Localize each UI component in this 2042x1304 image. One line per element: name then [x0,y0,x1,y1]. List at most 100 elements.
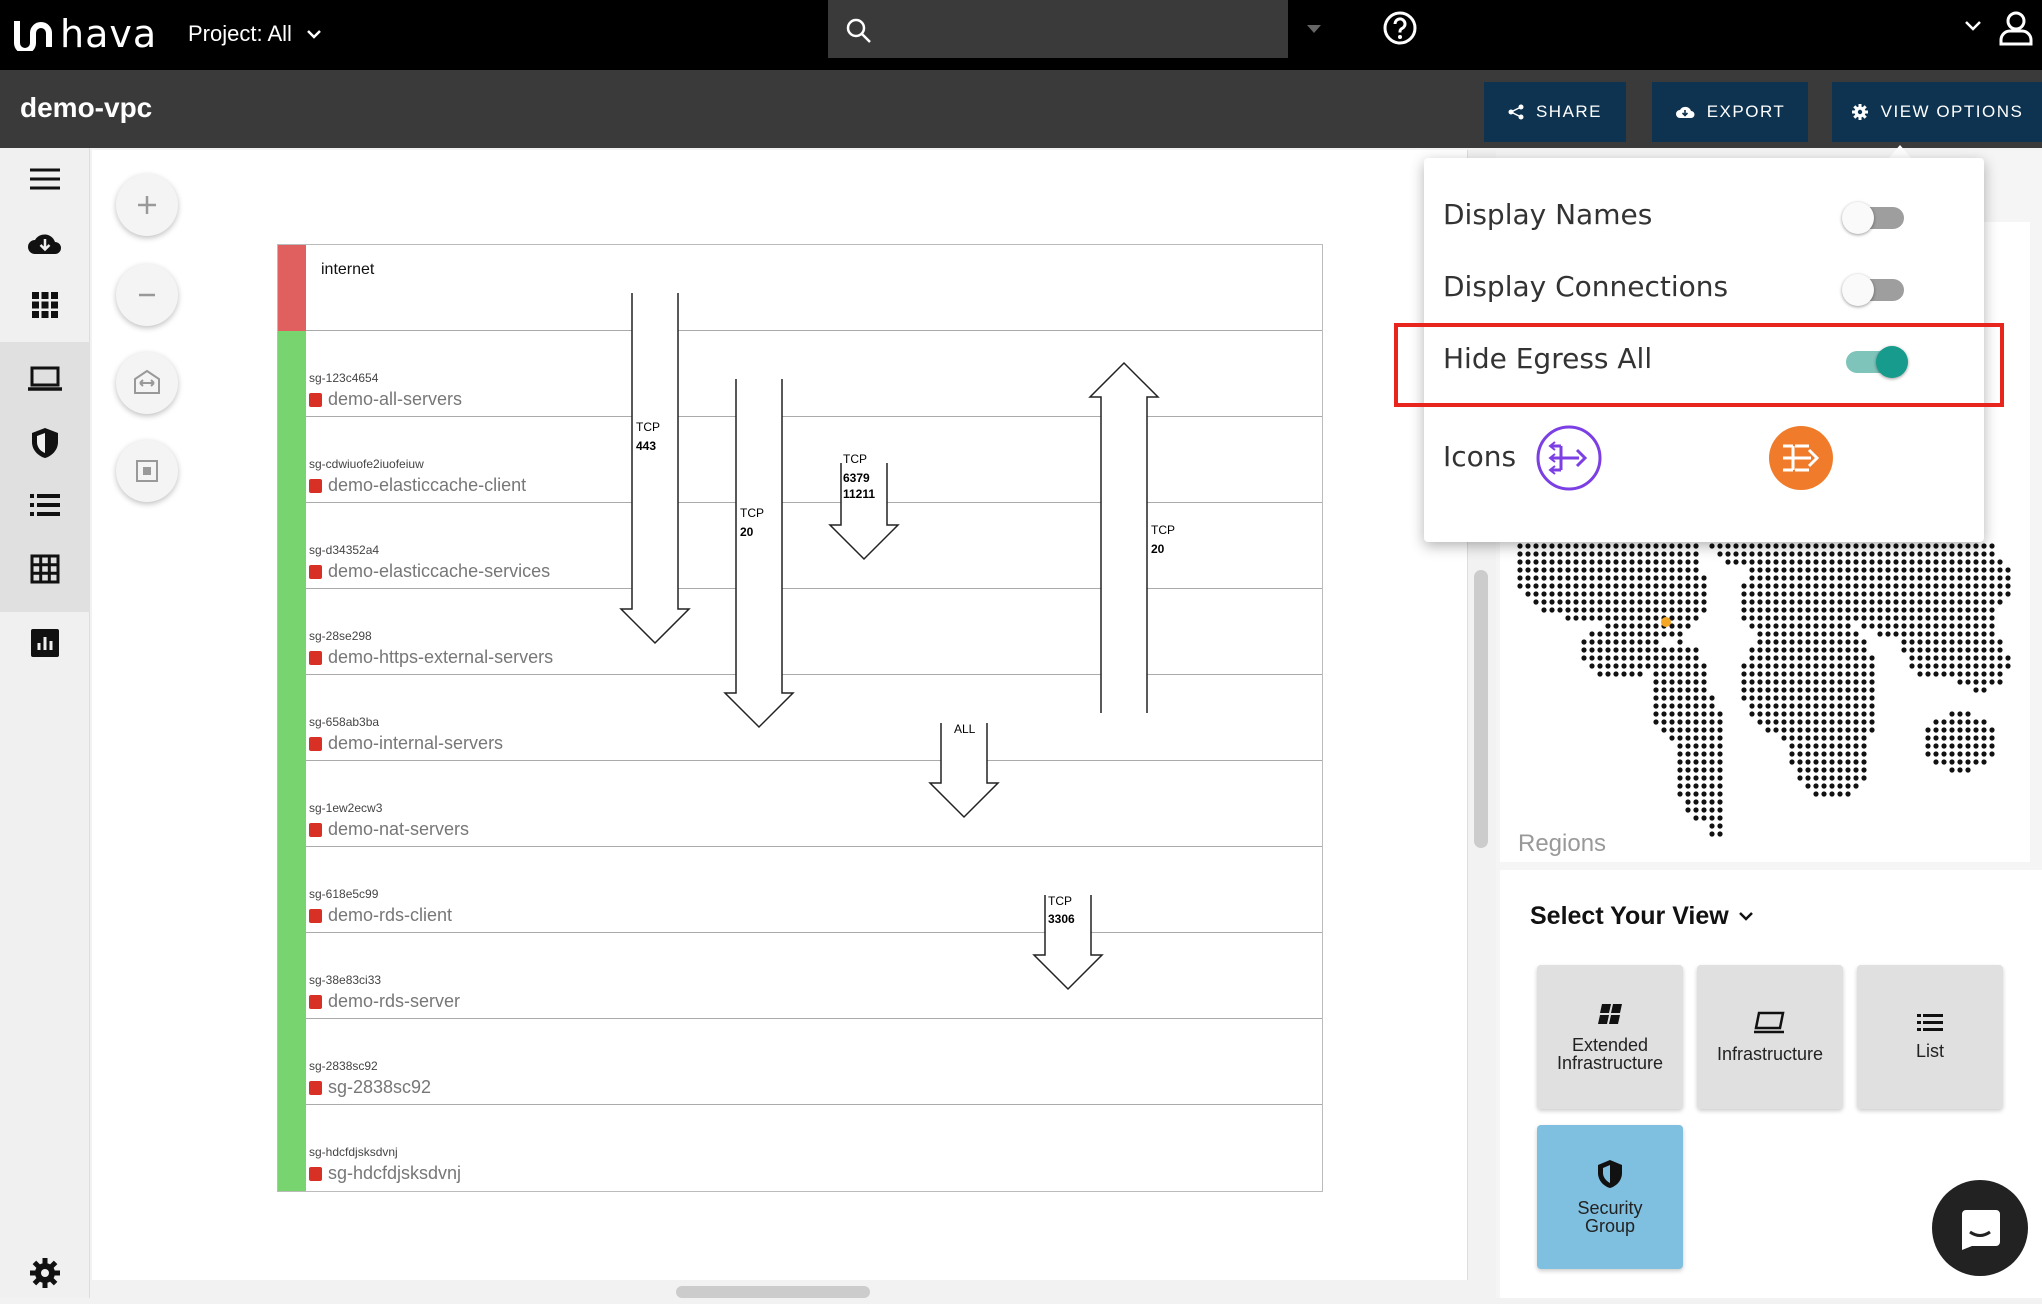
icon-style-outline-option[interactable] [1534,423,1604,493]
view-label-line2: Infrastructure [1556,1053,1664,1073]
share-button[interactable]: SHARE [1484,82,1626,142]
menu-icon [30,168,60,190]
popover-caret [1888,145,1912,159]
view-infrastructure[interactable]: Infrastructure [1697,965,1843,1109]
account-chevron-icon[interactable] [1964,20,1982,32]
hava-logo[interactable]: hava [14,10,157,58]
connection-arrow[interactable]: TCP 3306 [1032,894,1104,991]
export-button[interactable]: EXPORT [1652,82,1808,142]
connection-arrow[interactable]: TCP 20 [1088,361,1175,713]
connection-protocol: ALL [954,722,976,736]
sidebar-item-dashboard[interactable] [0,274,90,336]
list-icon [30,494,60,516]
gear-icon [30,1258,60,1288]
plus-icon [138,196,156,214]
project-label: Project: All [188,21,292,46]
select-view-dropdown[interactable]: Select Your View [1530,902,1753,931]
connection-port: 3306 [1048,912,1075,926]
fit-screen-icon [134,369,160,394]
chat-icon [1962,1210,2000,1250]
display-connections-toggle[interactable] [1842,274,1904,306]
table-icon [30,554,60,584]
laptop-icon [28,366,62,391]
search-input[interactable] [828,0,1288,58]
connection-arrow[interactable]: ALL [928,722,1000,819]
display-names-label: Display Names [1443,198,1653,231]
cloud-download-icon [1675,106,1695,118]
view-label-line1: List [1915,1041,1944,1061]
page-title: demo-vpc [20,92,153,123]
connection-port: 20 [1151,542,1165,556]
project-selector[interactable]: Project: All [188,14,322,54]
icon-style-filled-option[interactable] [1766,423,1836,493]
nat-gateway-filled-icon [1769,426,1833,490]
center-focus-icon [136,460,158,482]
share-label: SHARE [1535,102,1603,121]
sidebar-item-reports[interactable] [0,612,90,674]
connection-arrow[interactable]: TCP 6379 11211 [828,452,900,561]
highlight-box [1394,323,2004,407]
display-connections-label: Display Connections [1443,270,1729,303]
shield-icon [1598,1160,1622,1188]
share-icon [1508,104,1524,120]
chat-button[interactable] [1932,1180,2028,1276]
horizontal-scrollbar[interactable] [676,1286,870,1298]
sidebar-item-import[interactable] [0,212,90,274]
toggle-knob [1842,274,1874,306]
search-icon [846,18,871,43]
connection-arrow[interactable]: TCP 443 [619,293,691,645]
hava-logo-icon [14,21,52,51]
view-label-line1: Infrastructure [1716,1044,1824,1064]
sidebar-item-table[interactable] [0,538,90,600]
gear-icon [1851,104,1868,120]
connection-protocol: TCP [636,420,660,434]
sidebar-item-security[interactable] [0,412,90,474]
connection-protocol: TCP [843,452,867,466]
zoom-in-button[interactable] [116,174,178,236]
connection-port-secondary: 11211 [843,487,875,501]
sidebar-item-list[interactable] [0,474,90,536]
logo-text: hava [60,12,158,56]
top-bar: hava Project: All [0,0,2042,70]
title-bar: demo-vpc SHARE EXPORT VIEW OPTIONS [0,70,2042,148]
view-security-group[interactable]: Security Group [1537,1125,1683,1269]
extended-infrastructure-icon [1598,1004,1622,1024]
icons-label: Icons [1443,440,1517,473]
view-extended-infrastructure[interactable]: Extended Infrastructure [1537,965,1683,1109]
chevron-down-icon [307,30,321,39]
search-dropdown-icon[interactable] [1306,24,1322,34]
bar-chart-icon [31,629,59,657]
nat-gateway-outline-icon [1536,425,1602,491]
connection-port: 6379 [843,471,870,485]
region-marker[interactable] [1661,617,1671,627]
center-view-button[interactable] [116,440,178,502]
sidebar-menu-button[interactable] [0,148,90,210]
view-options-button[interactable]: VIEW OPTIONS [1832,82,2042,142]
connection-arrow[interactable]: TCP 20 [723,379,795,729]
view-options-label: VIEW OPTIONS [1880,102,2024,121]
connection-port: 443 [636,439,656,453]
vertical-scrollbar[interactable] [1474,570,1488,848]
chevron-down-icon [1738,912,1753,921]
toggle-knob [1842,202,1874,234]
connection-arrows: TCP 443 TCP 20 TCP 6379 11211 TCP 20 ALL [619,293,1175,991]
display-names-toggle[interactable] [1842,202,1904,234]
zoom-out-button[interactable] [116,264,178,326]
connection-port: 20 [740,525,754,539]
sidebar-item-infrastructure[interactable] [0,348,90,410]
fit-to-screen-button[interactable] [116,352,178,414]
view-label-line1: Security [1577,1198,1643,1218]
left-sidebar [0,148,90,1298]
export-label: EXPORT [1706,102,1786,121]
help-icon[interactable] [1382,10,1418,46]
view-label-line2: Group [1584,1216,1636,1236]
connection-protocol: TCP [740,506,764,520]
minus-icon [139,293,155,297]
connection-protocol: TCP [1048,894,1072,908]
laptop-icon [1754,1011,1785,1034]
sidebar-item-settings[interactable] [0,1242,90,1304]
shield-icon [32,428,58,458]
view-list[interactable]: List [1857,965,2003,1109]
user-icon[interactable] [1998,10,2034,46]
view-label-line1: Extended [1571,1035,1649,1055]
